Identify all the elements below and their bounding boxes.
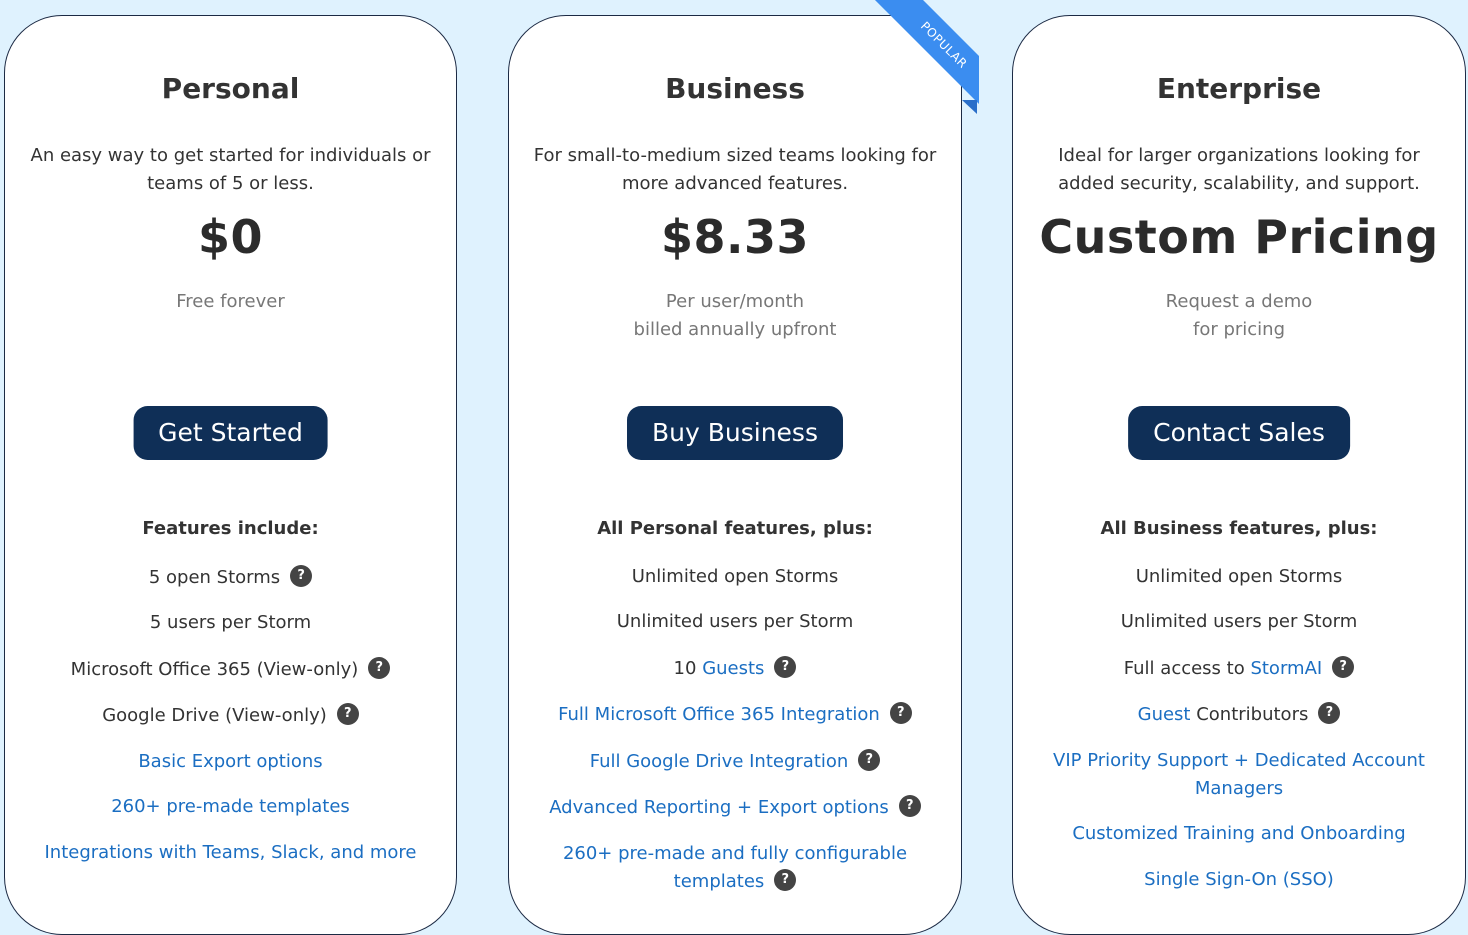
- feature-link[interactable]: 260+ pre-made and fully configurable tem…: [563, 843, 907, 892]
- feature-item: Unlimited open Storms: [519, 563, 951, 591]
- billing-line: Per user/month: [665, 291, 805, 312]
- feature-text: Microsoft Office 365 (View-only): [70, 659, 359, 680]
- get-started-button[interactable]: Get Started: [133, 406, 328, 460]
- feature-link[interactable]: VIP Priority Support + Dedicated Account…: [1053, 750, 1425, 799]
- help-icon[interactable]: ?: [858, 749, 881, 771]
- plan-description: For small-to-medium sized teams looking …: [533, 145, 937, 194]
- plan-price: Custom Pricing: [1039, 210, 1439, 264]
- feature-link[interactable]: Single Sign-On (SSO): [1144, 869, 1334, 890]
- plan-description: An easy way to get started for individua…: [30, 145, 431, 194]
- feature-item: 5 users per Storm: [15, 609, 446, 637]
- billing-line: Free forever: [176, 291, 285, 312]
- plan-card-business: Business For small-to-medium sized teams…: [508, 15, 962, 935]
- feature-link[interactable]: Integrations with Teams, Slack, and more: [44, 842, 416, 863]
- plan-billing: Free forever: [5, 288, 456, 316]
- feature-text: Contributors: [1190, 704, 1309, 725]
- feature-item: Advanced Reporting + Export options?: [519, 794, 951, 822]
- help-icon[interactable]: ?: [290, 565, 313, 587]
- feature-text: 10: [673, 658, 703, 679]
- feature-item: Integrations with Teams, Slack, and more: [15, 839, 446, 867]
- plan-title: Personal: [161, 72, 300, 105]
- help-icon[interactable]: ?: [1318, 702, 1341, 724]
- plan-card-personal: Personal An easy way to get started for …: [4, 15, 457, 935]
- feature-item: Unlimited users per Storm: [519, 608, 951, 636]
- feature-item: Guest Contributors?: [1023, 701, 1455, 729]
- features-heading: All Business features, plus:: [1100, 518, 1378, 539]
- feature-item: Full Google Drive Integration?: [519, 748, 951, 776]
- plan-card-enterprise: Enterprise Ideal for larger organization…: [1012, 15, 1466, 935]
- feature-text: Unlimited users per Storm: [1120, 611, 1358, 632]
- billing-line: billed annually upfront: [633, 319, 837, 340]
- plan-billing: Per user/month billed annually upfront: [509, 288, 961, 344]
- feature-link[interactable]: Full Microsoft Office 365 Integration: [558, 704, 880, 725]
- popular-ribbon: POPULAR: [864, 0, 979, 115]
- feature-item: 5 open Storms?: [15, 564, 446, 592]
- feature-text: Google Drive (View-only): [102, 705, 327, 726]
- plan-description: Ideal for larger organizations looking f…: [1058, 145, 1420, 194]
- popular-badge: POPULAR: [871, 0, 979, 115]
- feature-item: Unlimited open Storms: [1023, 563, 1455, 591]
- help-icon[interactable]: ?: [898, 795, 921, 817]
- guest-link[interactable]: Guest: [1138, 704, 1191, 725]
- feature-item: Unlimited users per Storm: [1023, 608, 1455, 636]
- buy-business-button[interactable]: Buy Business: [627, 406, 843, 460]
- help-icon[interactable]: ?: [889, 702, 912, 724]
- help-icon[interactable]: ?: [336, 703, 359, 725]
- feature-item: Google Drive (View-only)?: [15, 702, 446, 730]
- feature-item: Basic Export options: [15, 748, 446, 776]
- feature-text: 5 users per Storm: [149, 612, 312, 633]
- plan-title: Enterprise: [1156, 72, 1322, 105]
- feature-item: 10 Guests?: [519, 655, 951, 683]
- feature-item: Single Sign-On (SSO): [1023, 866, 1455, 894]
- feature-text: Full access to: [1123, 658, 1251, 679]
- feature-text: 5 open Storms: [148, 567, 281, 588]
- feature-item: Microsoft Office 365 (View-only)?: [15, 656, 446, 684]
- plan-price: $8.33: [660, 210, 809, 264]
- feature-text: Unlimited users per Storm: [616, 611, 854, 632]
- feature-link[interactable]: Full Google Drive Integration: [590, 751, 849, 772]
- feature-item: Full access to StormAI?: [1023, 655, 1455, 683]
- billing-line: Request a demo: [1165, 291, 1313, 312]
- guests-link[interactable]: Guests: [702, 658, 764, 679]
- feature-link[interactable]: Advanced Reporting + Export options: [549, 797, 889, 818]
- feature-item: VIP Priority Support + Dedicated Account…: [1043, 747, 1435, 803]
- contact-sales-button[interactable]: Contact Sales: [1128, 406, 1350, 460]
- plan-price: $0: [197, 210, 263, 264]
- feature-text: Unlimited open Storms: [631, 566, 839, 587]
- plan-billing: Request a demo for pricing: [1013, 288, 1465, 344]
- feature-item: Full Microsoft Office 365 Integration?: [519, 701, 951, 729]
- help-icon[interactable]: ?: [1332, 656, 1355, 678]
- billing-line: for pricing: [1192, 319, 1286, 340]
- features-heading: All Personal features, plus:: [597, 518, 873, 539]
- help-icon[interactable]: ?: [368, 657, 391, 679]
- help-icon[interactable]: ?: [774, 656, 797, 678]
- features-heading: Features include:: [142, 518, 319, 539]
- feature-link[interactable]: Customized Training and Onboarding: [1072, 823, 1405, 844]
- feature-item: 260+ pre-made templates: [15, 793, 446, 821]
- feature-text: Unlimited open Storms: [1135, 566, 1343, 587]
- feature-link[interactable]: 260+ pre-made templates: [111, 796, 350, 817]
- stormai-link[interactable]: StormAI: [1250, 658, 1322, 679]
- feature-item: Customized Training and Onboarding: [1023, 820, 1455, 848]
- feature-link[interactable]: Basic Export options: [138, 751, 322, 772]
